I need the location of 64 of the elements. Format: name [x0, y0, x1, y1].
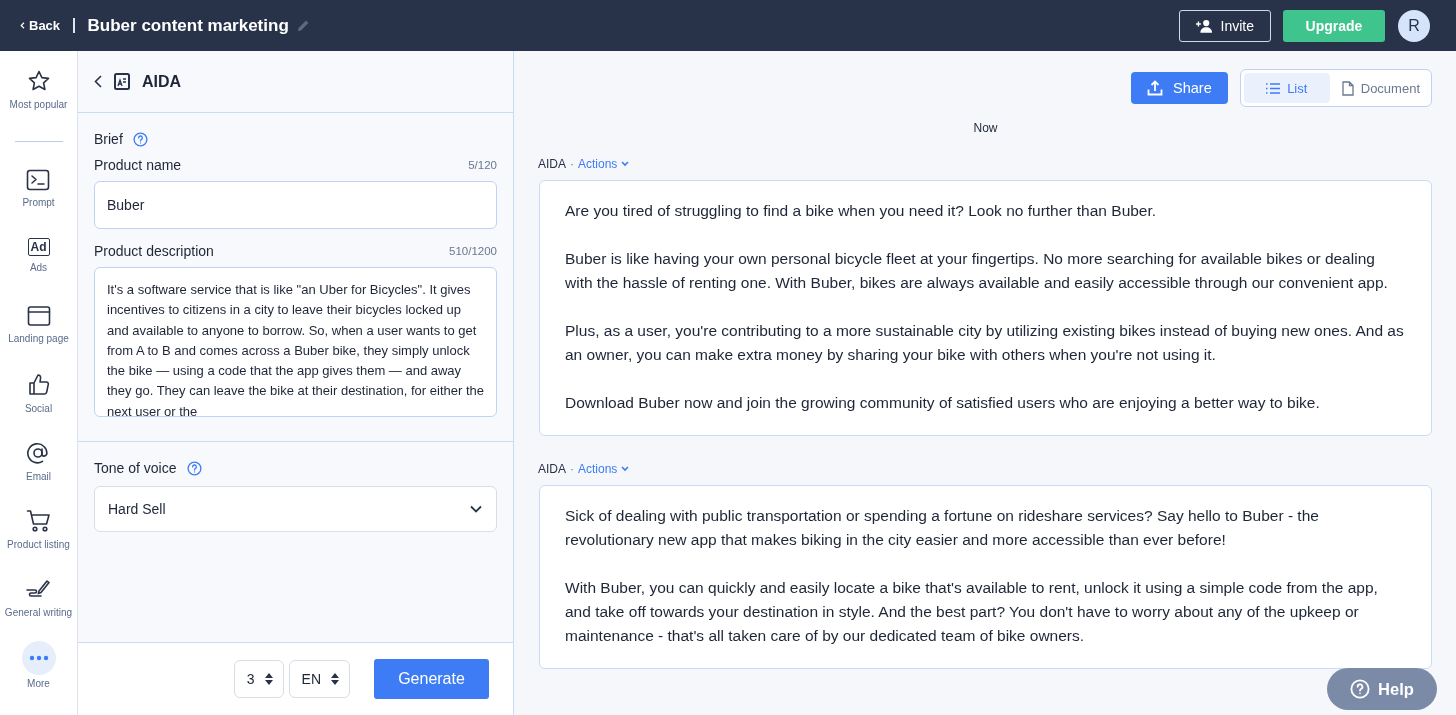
chevron-down-icon	[621, 161, 630, 167]
at-sign-icon	[26, 441, 51, 465]
star-icon	[26, 69, 51, 93]
stepper-arrows-icon	[264, 673, 273, 685]
output-paragraph: Plus, as a user, you're contributing to a more sustainable city by utilizing existing bikes instead of buying new ones. And as an owner, you can make extra money by sharing your bike with others when you're not using it.	[565, 321, 1405, 365]
field-label: Product description	[94, 243, 214, 259]
pencil-icon[interactable]	[296, 19, 310, 32]
product-description-field[interactable]: It's a software service that is like "an Uber for Bicycles". It gives incentives to citizens in a city to leave their bicycles locked up and available to anyone to borrow. So, when a user wants to get from A to B and comes across a Buber bike, they simply unlock the bike — using a code that the app gives them — and away they go. They can leave the bike at their destination, for either the next user or the	[94, 267, 497, 417]
project-title: Buber content marketing	[87, 15, 289, 36]
separator-dot: ·	[570, 462, 574, 476]
terminal-icon	[26, 169, 51, 191]
character-counter: 510/1200	[449, 245, 497, 257]
stepper-arrows-icon	[331, 673, 339, 685]
browser-window-icon	[26, 305, 51, 327]
thumbs-up-icon	[26, 373, 51, 397]
sidebar-item[interactable]: Landing page	[8, 305, 69, 373]
separator-dot: ·	[570, 157, 574, 171]
tone-dropdown[interactable]: Hard Sell	[94, 486, 497, 532]
cart-icon	[25, 509, 52, 533]
help-icon[interactable]	[132, 131, 148, 147]
actions-menu-link[interactable]: Actions	[578, 157, 630, 171]
actions-menu-link[interactable]: Actions	[578, 462, 630, 476]
help-button[interactable]: Help	[1327, 668, 1437, 710]
view-tab[interactable]: List	[1243, 73, 1330, 103]
upload-icon	[1147, 80, 1164, 96]
back-link[interactable]: Back	[20, 18, 61, 33]
more-icon	[21, 641, 56, 675]
user-avatar[interactable]: R	[1398, 9, 1430, 42]
output-paragraph: Sick of dealing with public transportation or spending a fortune on rideshare services? Say hello to Buber - the revolutionary new app that makes biking in the city easier and more accessible than ever before!	[565, 506, 1320, 550]
add-user-icon	[1196, 18, 1213, 33]
sidebar-item[interactable]: Social	[24, 373, 53, 441]
output-template-label: AIDA	[538, 462, 566, 476]
sidebar-item[interactable]: Most popular	[9, 69, 68, 137]
character-counter: 5/120	[468, 159, 497, 171]
ad-icon: Ad	[27, 238, 50, 256]
view-tab[interactable]: Document	[1333, 73, 1428, 103]
field-label: Product name	[94, 157, 182, 173]
list-icon	[1266, 82, 1281, 94]
document-icon	[114, 73, 130, 90]
generate-button[interactable]: Generate	[374, 659, 489, 699]
timestamp: Now	[973, 121, 998, 135]
chevron-down-icon	[621, 466, 630, 472]
sidebar-item[interactable]: Prompt	[22, 169, 55, 237]
template-title: AIDA	[142, 72, 182, 91]
language-select[interactable]: EN	[288, 660, 350, 698]
output-paragraph: Are you tired of struggling to find a bike when you need it? Look no further than Buber.	[565, 201, 1158, 221]
help-icon[interactable]	[186, 460, 202, 476]
output-paragraph: With Buber, you can quickly and easily locate a bike that's available to rent, unlock it using a simple code from the app, and take off towards your destination in style. And the best part? You don't have to worry about any of the upkeep or maintenance - that's all taken care of by our dedicated team of bike owners.	[565, 578, 1379, 646]
output-paragraph: Download Buber now and join the growing community of satisfied users who are enjoying a better way to bike.	[565, 393, 1321, 413]
chevron-down-icon	[470, 505, 482, 513]
output-count-stepper[interactable]: 3	[233, 660, 284, 698]
sidebar-item[interactable]: Product listing	[7, 509, 70, 577]
product-name-field[interactable]: Buber	[94, 181, 497, 229]
sidebar-item[interactable]: Ad Ads	[27, 237, 50, 305]
section-label: Brief	[94, 131, 123, 147]
chevron-left-icon	[20, 22, 25, 29]
sidebar-item[interactable]: Email	[26, 441, 51, 509]
field-label: Tone of voice	[94, 460, 177, 476]
share-button[interactable]: Share	[1131, 72, 1228, 104]
help-icon	[1350, 679, 1371, 699]
output-paragraph: Buber is like having your own personal bicycle fleet at your fingertips. No more searching for available bikes or dealing with the hassle of renting one. With Buber, bikes are always available and easily accessible through our convenient app.	[565, 249, 1389, 293]
invite-button[interactable]: Invite	[1179, 9, 1271, 42]
document-icon	[1341, 80, 1354, 96]
output-template-label: AIDA	[538, 157, 566, 171]
